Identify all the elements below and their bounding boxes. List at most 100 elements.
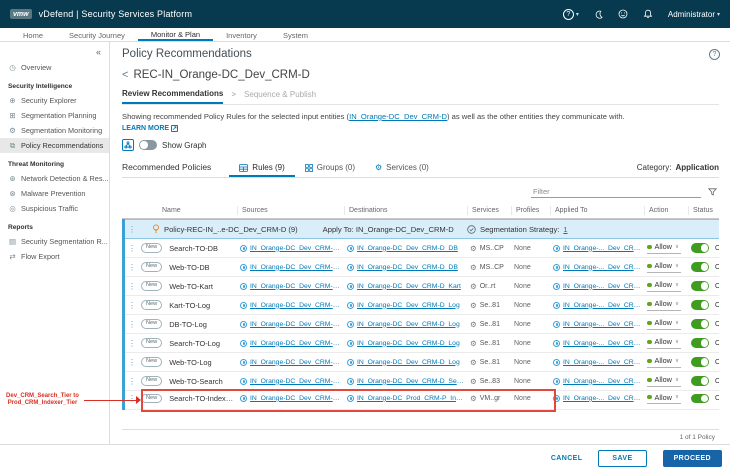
service-name[interactable]: Se..81 — [480, 359, 500, 366]
row-menu-icon[interactable]: ⋮ — [125, 301, 139, 310]
status-toggle[interactable] — [691, 393, 709, 404]
applied-to-link[interactable]: IN_Orange-..._Dev_CRM-D — [563, 378, 643, 385]
service-name[interactable]: Se..83 — [480, 378, 500, 385]
status-toggle[interactable] — [691, 281, 709, 291]
row-menu-icon[interactable]: ⋮ — [125, 282, 139, 291]
action-dropdown[interactable]: Allow ∨ — [647, 393, 681, 405]
destination-group-link[interactable]: IN_Orange-DC_Dev_CRM-D_Log — [357, 340, 460, 347]
sidebar-item-segmentation-planning[interactable]: ⊞ Segmentation Planning — [0, 108, 109, 123]
destination-group-link[interactable]: IN_Orange-DC_Dev_CRM-D_DB — [357, 264, 458, 271]
status-toggle[interactable] — [691, 376, 709, 386]
sidebar-collapse-button[interactable]: « — [0, 45, 109, 60]
table-row[interactable]: ⋮ New Web-TO-Log IN_Orange-DC_Dev_CRM-D_… — [125, 353, 719, 372]
applied-to-link[interactable]: IN_Orange-..._Dev_CRM-D — [563, 245, 643, 252]
applied-to-link[interactable]: IN_Orange-..._Dev_CRM-D — [563, 359, 643, 366]
status-toggle[interactable] — [691, 300, 709, 310]
step-review-recommendations[interactable]: Review Recommendations — [122, 89, 224, 104]
status-toggle[interactable] — [691, 357, 709, 367]
learn-more-link[interactable]: LEARN MORE ↗ — [122, 125, 719, 132]
table-row[interactable]: ⋮ New DB-TO-Log IN_Orange-DC_Dev_CRM-D_D… — [125, 315, 719, 334]
status-toggle[interactable] — [691, 243, 709, 253]
source-group-link[interactable]: IN_Orange-DC_Dev_CRM-D_Web — [250, 264, 343, 271]
sidebar-item-overview[interactable]: ◷ Overview — [0, 60, 109, 75]
input-entity-link[interactable]: IN_Orange-DC_Dev_CRM-D — [349, 112, 447, 121]
feedback-button[interactable] — [618, 9, 628, 19]
service-name[interactable]: Or..rt — [480, 283, 496, 290]
applied-to-link[interactable]: IN_Orange-..._Dev_CRM-D — [563, 283, 643, 290]
applied-to-link[interactable]: IN_Orange-..._Dev_CRM-D — [563, 321, 643, 328]
action-dropdown[interactable]: Allow ∨ — [647, 375, 681, 387]
sidebar-item-security-segmentation-report[interactable]: ▤ Security Segmentation R... — [0, 234, 109, 249]
status-toggle[interactable] — [691, 319, 709, 329]
row-menu-icon[interactable]: ⋮ — [125, 339, 139, 348]
destination-group-link[interactable]: IN_Orange-DC_Dev_CRM-D_Log — [357, 302, 460, 309]
source-group-link[interactable]: IN_Orange-DC_Dev_CRM-D_DB — [250, 321, 343, 328]
dark-mode-button[interactable] — [594, 10, 603, 19]
service-name[interactable]: Se..81 — [480, 340, 500, 347]
table-row[interactable]: ⋮ New Web-TO-DB IN_Orange-DC_Dev_CRM-D_W… — [125, 258, 719, 277]
row-menu-icon[interactable]: ⋮ — [125, 320, 139, 329]
service-name[interactable]: Se..81 — [480, 321, 500, 328]
source-group-link[interactable]: IN_Orange-DC_Dev_CRM-D_Search — [250, 245, 343, 252]
tab-services[interactable]: ⚙ Services (0) — [365, 161, 439, 177]
nav-tab-inventory[interactable]: Inventory — [213, 28, 270, 41]
sidebar-item-malware-prevention[interactable]: ⊗ Malware Prevention — [0, 186, 109, 201]
save-button[interactable]: SAVE — [598, 449, 647, 467]
service-name[interactable]: VM..gr — [480, 395, 501, 402]
action-dropdown[interactable]: Allow ∨ — [647, 242, 681, 254]
service-name[interactable]: MS..CP — [480, 245, 504, 252]
nav-tab-home[interactable]: Home — [10, 28, 56, 41]
show-graph-toggle[interactable] — [139, 140, 157, 150]
destination-group-link[interactable]: IN_Orange-DC_Dev_CRM-D_Kart — [357, 283, 461, 290]
destination-group-link[interactable]: IN_Orange-DC_Prod_CRM-P_Indexer — [357, 395, 466, 402]
row-menu-icon[interactable]: ⋮ — [125, 225, 139, 234]
nav-tab-security-journey[interactable]: Security Journey — [56, 28, 138, 41]
sidebar-item-network-detection[interactable]: ⊛ Network Detection & Res... — [0, 171, 109, 186]
action-dropdown[interactable]: Allow ∨ — [647, 261, 681, 273]
proceed-button[interactable]: PROCEED — [662, 449, 722, 467]
source-group-link[interactable]: IN_Orange-DC_Dev_CRM-D_Web — [250, 283, 343, 290]
nav-tab-monitor-plan[interactable]: Monitor & Plan — [137, 28, 214, 41]
applied-to-link[interactable]: IN_Orange-..._Dev_CRM-D — [563, 395, 643, 402]
row-menu-icon[interactable]: ⋮ — [125, 244, 139, 253]
action-dropdown[interactable]: Allow ∨ — [647, 280, 681, 292]
action-dropdown[interactable]: Allow ∨ — [647, 356, 681, 368]
user-menu[interactable]: Administrator ▾ — [668, 10, 720, 19]
nav-tab-system[interactable]: System — [270, 28, 321, 41]
applied-to-link[interactable]: IN_Orange-..._Dev_CRM-D — [563, 264, 643, 271]
table-row[interactable]: ⋮ New Search-TO-Indexer-P IN_Orange-DC_D… — [6, 389, 719, 412]
sidebar-item-suspicious-traffic[interactable]: ◎ Suspicious Traffic — [0, 201, 109, 216]
applied-to-link[interactable]: IN_Orange-..._Dev_CRM-D — [563, 302, 643, 309]
source-group-link[interactable]: IN_Orange-DC_Dev_CRM-D_Kart — [250, 302, 343, 309]
status-toggle[interactable] — [691, 338, 709, 348]
service-name[interactable]: MS..CP — [480, 264, 504, 271]
table-row[interactable]: ⋮ New Web-TO-Kart IN_Orange-DC_Dev_CRM-D… — [125, 277, 719, 296]
source-group-link[interactable]: IN_Orange-DC_Dev_CRM-D_Search — [250, 340, 343, 347]
status-toggle[interactable] — [691, 262, 709, 272]
filter-funnel-icon[interactable] — [708, 188, 717, 196]
help-menu-button[interactable]: ? ▾ — [562, 8, 579, 20]
destination-group-link[interactable]: IN_Orange-DC_Dev_CRM-D_Search — [357, 378, 466, 385]
policy-group-row[interactable]: ⋮ Policy-REC-IN_..e-DC_Dev_CRM-D (9) App… — [125, 219, 719, 239]
sidebar-item-policy-recommendations[interactable]: ⧉ Policy Recommendations — [0, 138, 109, 153]
applied-to-link[interactable]: IN_Orange-..._Dev_CRM-D — [563, 340, 643, 347]
sidebar-item-flow-export[interactable]: ⇄ Flow Export — [0, 249, 109, 264]
action-dropdown[interactable]: Allow ∨ — [647, 318, 681, 330]
back-chevron-icon[interactable]: < — [122, 69, 128, 81]
segmentation-strategy-value[interactable]: 1 — [563, 225, 567, 234]
source-group-link[interactable]: IN_Orange-DC_Dev_CRM-D_Web — [250, 378, 343, 385]
destination-group-link[interactable]: IN_Orange-DC_Dev_CRM-D_Log — [357, 359, 460, 366]
service-name[interactable]: Se..81 — [480, 302, 500, 309]
row-menu-icon[interactable]: ⋮ — [125, 263, 139, 272]
cancel-button[interactable]: CANCEL — [551, 455, 583, 462]
table-row[interactable]: ⋮ New Search-TO-DB IN_Orange-DC_Dev_CRM-… — [125, 239, 719, 258]
category-value[interactable]: Application — [675, 163, 719, 172]
row-menu-icon[interactable]: ⋮ — [125, 358, 139, 367]
tab-rules[interactable]: Rules (9) — [229, 161, 295, 177]
action-dropdown[interactable]: Allow ∨ — [647, 337, 681, 349]
notifications-button[interactable] — [643, 9, 653, 19]
table-row[interactable]: ⋮ New Search-TO-Log IN_Orange-DC_Dev_CRM… — [125, 334, 719, 353]
sidebar-item-security-explorer[interactable]: ⊕ Security Explorer — [0, 93, 109, 108]
action-dropdown[interactable]: Allow ∨ — [647, 299, 681, 311]
source-group-link[interactable]: IN_Orange-DC_Dev_CRM-D_Search — [250, 395, 343, 402]
